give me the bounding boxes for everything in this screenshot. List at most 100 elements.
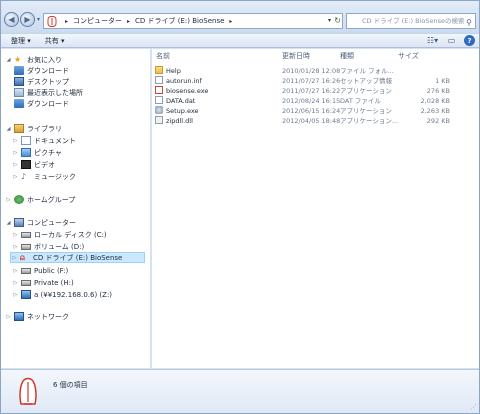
dat-file-icon bbox=[155, 96, 163, 104]
nav-documents[interactable]: ▷ ドキュメント bbox=[12, 135, 76, 146]
expand-arrow-icon[interactable]: ▷ bbox=[5, 197, 12, 203]
nav-downloads-2[interactable]: ダウンロード bbox=[12, 98, 69, 109]
nav-homegroup[interactable]: ▷ ホームグループ bbox=[5, 194, 75, 205]
expand-arrow-icon[interactable]: ▷ bbox=[12, 138, 19, 144]
collapse-arrow-icon[interactable]: ◢ bbox=[5, 126, 12, 132]
nav-label: ビデオ bbox=[34, 160, 55, 169]
recent-places-icon bbox=[14, 88, 24, 97]
help-icon[interactable]: ? bbox=[464, 35, 475, 46]
refresh-icon[interactable]: ↻ bbox=[334, 16, 341, 25]
nav-recent-places[interactable]: 最近表示した場所 bbox=[12, 87, 83, 98]
search-icon[interactable]: ⚲ bbox=[466, 16, 472, 28]
nav-desktop[interactable]: デスクトップ bbox=[12, 76, 69, 87]
nav-label: ピクチャ bbox=[34, 148, 62, 157]
hard-drive-icon bbox=[21, 231, 31, 238]
file-size: 1 KB bbox=[435, 77, 450, 85]
recent-pages-dropdown[interactable]: ▾ bbox=[37, 16, 40, 23]
nav-label: Private (H:) bbox=[34, 278, 74, 287]
removable-drive-icon bbox=[21, 267, 31, 274]
nav-videos[interactable]: ▷ ビデオ bbox=[12, 159, 55, 170]
nav-libraries[interactable]: ◢ ライブラリ bbox=[5, 123, 62, 134]
expand-arrow-icon[interactable]: ▷ bbox=[12, 232, 19, 238]
inf-file-icon bbox=[155, 76, 163, 84]
file-name: biosense.exe bbox=[166, 87, 209, 95]
biosense-drive-icon bbox=[47, 15, 57, 27]
expand-arrow-icon[interactable]: ▷ bbox=[12, 150, 19, 156]
nav-private-h[interactable]: ▷ Private (H:) bbox=[12, 277, 74, 288]
expand-arrow-icon[interactable]: ▷ bbox=[11, 255, 18, 261]
search-input[interactable]: CD ドライブ (E:) BioSenseの検索 ⚲ bbox=[346, 13, 476, 29]
file-name: autorun.inf bbox=[166, 77, 202, 85]
breadcrumb-separator-icon[interactable]: ▸ bbox=[229, 18, 232, 25]
nav-label: ミュージック bbox=[34, 172, 76, 181]
file-type: アプリケーション bbox=[340, 87, 392, 95]
column-header-date[interactable]: 更新日時 bbox=[282, 51, 310, 62]
biosense-drive-icon: ⍝ bbox=[20, 253, 25, 262]
file-list: 名前 更新日時 種類 サイズ Help 2010/01/28 12:08 ファイ… bbox=[152, 49, 479, 368]
nav-computer[interactable]: ◢ コンピューター bbox=[5, 217, 76, 228]
file-type: DAT ファイル bbox=[340, 97, 381, 105]
expand-arrow-icon[interactable]: ▷ bbox=[12, 174, 19, 180]
nav-network[interactable]: ▷ ネットワーク bbox=[5, 311, 69, 322]
file-row[interactable]: biosense.exe 2011/07/27 16:22 アプリケーション 2… bbox=[152, 86, 452, 96]
preview-pane-icon[interactable]: ▭ bbox=[445, 35, 458, 46]
breadcrumb-computer[interactable]: コンピューター bbox=[73, 16, 122, 26]
share-button[interactable]: 共有 ▾ bbox=[45, 36, 65, 46]
breadcrumb: ▸ コンピューター ▸ CD ドライブ (E:) BioSense ▸ bbox=[60, 16, 237, 26]
documents-icon bbox=[21, 136, 31, 145]
nav-label: ライブラリ bbox=[27, 124, 62, 133]
file-row[interactable]: DATA.dat 2012/08/24 16:15 DAT ファイル 2,028… bbox=[152, 96, 452, 106]
file-name: DATA.dat bbox=[166, 97, 196, 105]
dll-file-icon bbox=[155, 116, 163, 124]
file-row[interactable]: Help 2010/01/28 12:08 ファイル フォル... bbox=[152, 66, 452, 76]
nav-favorites[interactable]: ◢ ★ お気に入り bbox=[5, 54, 62, 65]
nav-pictures[interactable]: ▷ ピクチャ bbox=[12, 147, 62, 158]
address-bar[interactable]: ▸ コンピューター ▸ CD ドライブ (E:) BioSense ▸ ▾ ↻ bbox=[43, 13, 343, 29]
file-type: セットアップ情報 bbox=[340, 77, 392, 85]
column-header-name[interactable]: 名前 bbox=[156, 51, 170, 62]
nav-local-disk-c[interactable]: ▷ ローカル ディスク (C:) bbox=[12, 229, 107, 240]
expand-arrow-icon[interactable]: ▷ bbox=[12, 280, 19, 286]
expand-arrow-icon[interactable]: ▷ bbox=[5, 314, 12, 320]
change-view-icon[interactable]: ☷▾ bbox=[426, 35, 439, 46]
nav-label: ネットワーク bbox=[27, 312, 69, 321]
collapse-arrow-icon[interactable]: ◢ bbox=[5, 220, 12, 226]
file-row[interactable]: autorun.inf 2011/07/27 16:26 セットアップ情報 1 … bbox=[152, 76, 452, 86]
explorer-window: ◀ ▶ ▾ ▸ コンピューター ▸ CD ドライブ (E:) BioSense … bbox=[0, 0, 480, 414]
expand-arrow-icon[interactable]: ▷ bbox=[12, 162, 19, 168]
nav-music[interactable]: ▷ ♪ ミュージック bbox=[12, 171, 76, 182]
breadcrumb-cd-drive[interactable]: CD ドライブ (E:) BioSense bbox=[135, 16, 224, 26]
file-row[interactable]: Setup.exe 2012/06/15 16:24 アプリケーション 2,26… bbox=[152, 106, 452, 116]
address-row: ◀ ▶ ▾ ▸ コンピューター ▸ CD ドライブ (E:) BioSense … bbox=[1, 1, 479, 33]
organize-button[interactable]: 整理 ▾ bbox=[11, 36, 31, 46]
resize-grip-icon[interactable]: ⋰ bbox=[470, 403, 477, 411]
nav-label: ダウンロード bbox=[27, 99, 69, 108]
nav-downloads[interactable]: ダウンロード bbox=[12, 65, 69, 76]
computer-icon bbox=[14, 218, 24, 227]
expand-arrow-icon[interactable]: ▷ bbox=[12, 292, 19, 298]
expand-arrow-icon[interactable]: ▷ bbox=[12, 268, 19, 274]
nav-cd-drive-e[interactable]: ▷ ⍝ CD ドライブ (E:) BioSense bbox=[10, 252, 145, 263]
videos-icon bbox=[21, 160, 31, 169]
nav-volume-d[interactable]: ▷ ボリューム (D:) bbox=[12, 241, 85, 252]
collapse-arrow-icon[interactable]: ◢ bbox=[5, 57, 12, 63]
breadcrumb-separator-icon[interactable]: ▸ bbox=[65, 18, 68, 25]
address-dropdown-icon[interactable]: ▾ bbox=[328, 17, 331, 24]
pictures-icon bbox=[21, 148, 31, 157]
file-type: アプリケーション... bbox=[340, 117, 399, 125]
forward-button[interactable]: ▶ bbox=[20, 12, 35, 27]
exe-file-icon bbox=[155, 86, 163, 94]
expand-arrow-icon[interactable]: ▷ bbox=[12, 244, 19, 250]
biosense-drive-icon bbox=[19, 377, 37, 405]
column-header-size[interactable]: サイズ bbox=[398, 51, 419, 62]
nav-network-drive-z[interactable]: ▷ a (¥¥192.168.0.6) (Z:) bbox=[12, 289, 112, 300]
nav-public-f[interactable]: ▷ Public (F:) bbox=[12, 265, 69, 276]
file-name: zipdll.dll bbox=[166, 117, 193, 125]
file-row[interactable]: zipdll.dll 2012/04/05 18:48 アプリケーション... … bbox=[152, 116, 452, 126]
file-date: 2012/04/05 18:48 bbox=[282, 117, 341, 125]
column-header-type[interactable]: 種類 bbox=[340, 51, 354, 62]
breadcrumb-separator-icon[interactable]: ▸ bbox=[127, 18, 130, 25]
nav-label: ドキュメント bbox=[34, 136, 76, 145]
back-button[interactable]: ◀ bbox=[4, 12, 19, 27]
nav-label: デスクトップ bbox=[27, 77, 69, 86]
